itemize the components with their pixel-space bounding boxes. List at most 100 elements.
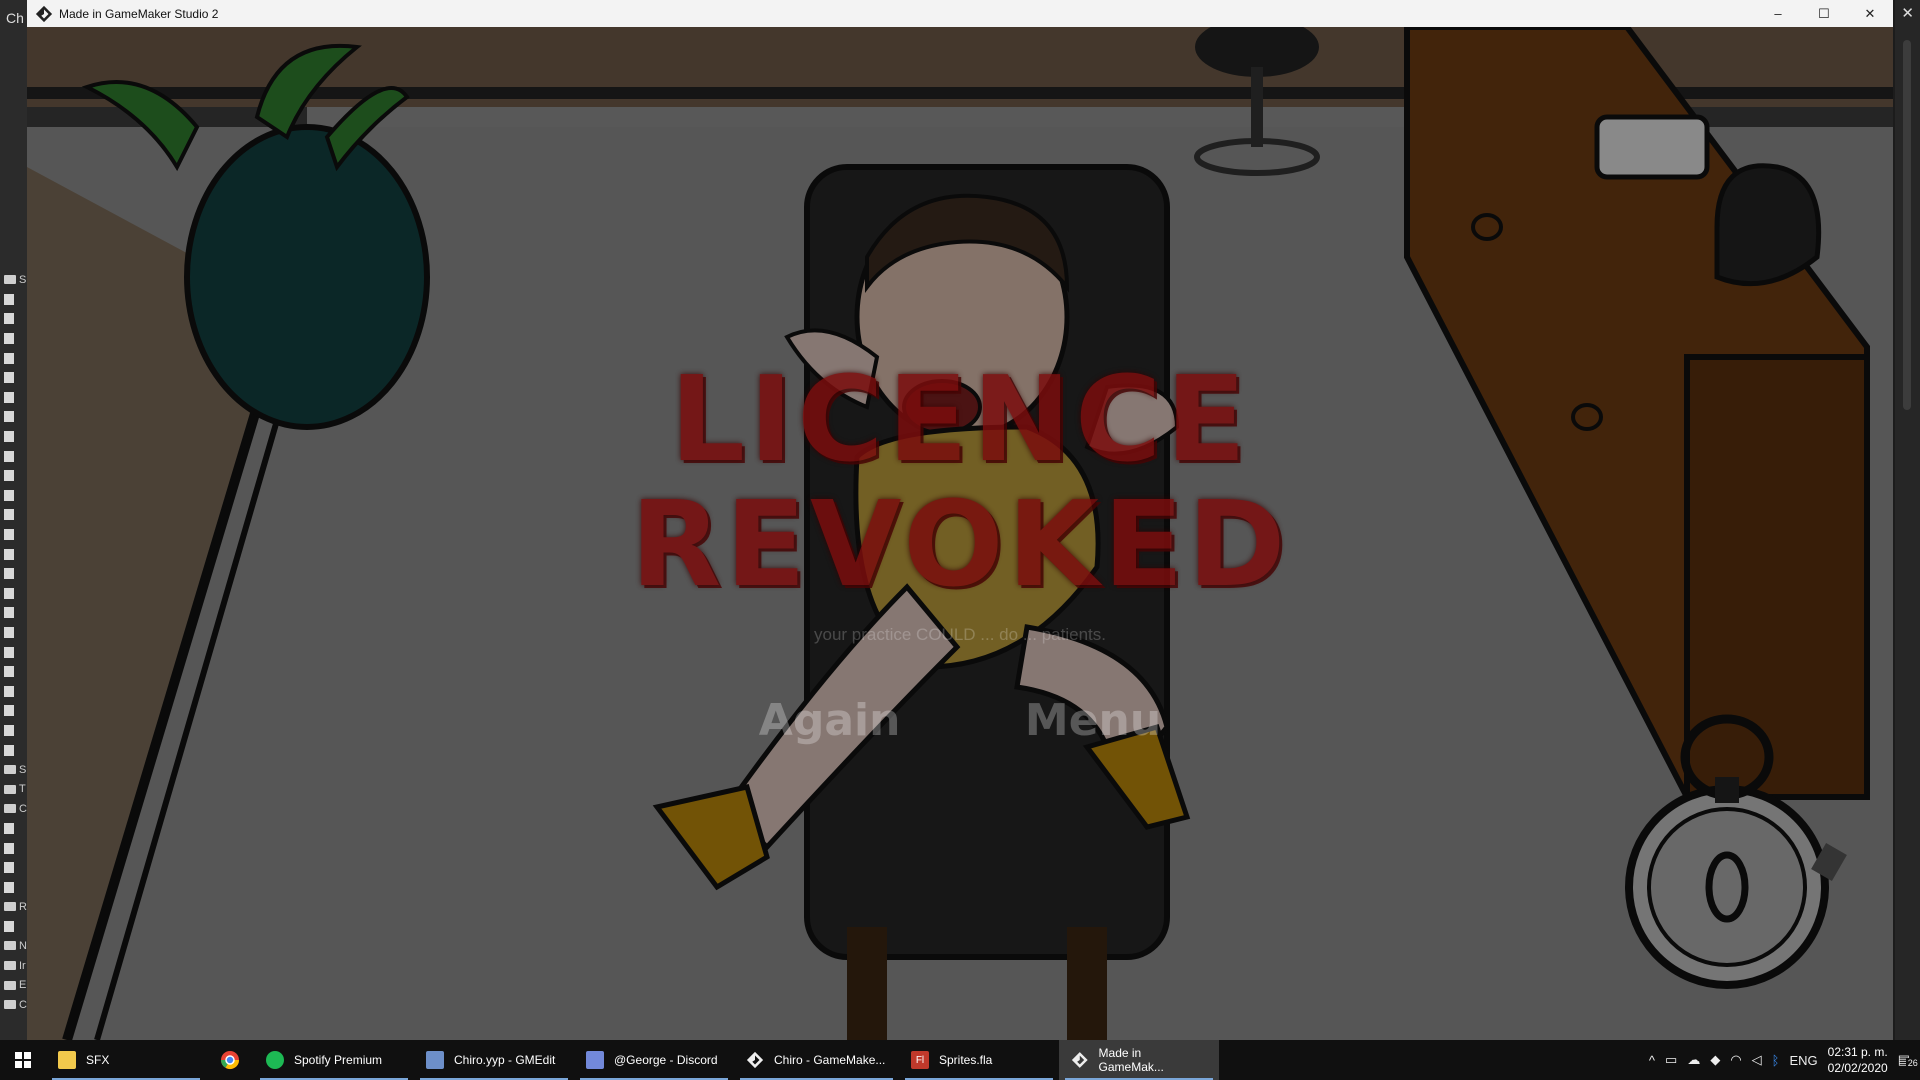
file-icon [4,548,14,560]
tree-folder[interactable]: T [0,779,28,799]
game-canvas[interactable]: LICENCE REVOKED your practice COULD ... … [27,27,1893,1040]
file-icon [4,607,14,619]
battery-icon[interactable]: ▭ [1665,1052,1677,1068]
volume-icon[interactable]: ◁ [1752,1052,1762,1068]
language-indicator[interactable]: ENG [1789,1053,1817,1068]
taskbar-item-sprites-fla[interactable]: Fl Sprites.fla [899,1040,1059,1080]
close-button[interactable]: ✕ [1847,0,1893,27]
close-icon[interactable]: ✕ [1901,4,1914,22]
again-button[interactable]: Again [759,695,901,746]
tree-folder[interactable]: E [0,975,28,995]
minimize-button[interactable]: – [1755,0,1801,27]
notification-center-icon[interactable]: ▤ 26 [1898,1052,1920,1068]
scrollbar[interactable] [1903,40,1911,410]
taskbar-item-chrome[interactable] [206,1040,254,1080]
file-icon [4,391,14,403]
tree-item[interactable] [0,446,28,466]
maximize-button[interactable]: ☐ [1801,0,1847,27]
tree-item[interactable] [0,584,28,604]
file-icon [4,724,14,736]
tree-item[interactable] [0,838,28,858]
tree-folder[interactable]: R [0,897,28,917]
background-editor-panel: Ch S S T C R N Ir E C [0,0,29,1040]
tree-item[interactable] [0,348,28,368]
tree-item[interactable] [0,466,28,486]
file-icon [4,587,14,599]
file-icon [4,372,14,384]
file-icon [4,862,14,874]
tree-item[interactable] [0,309,28,329]
resource-tree[interactable]: S S T C R N Ir E C [0,270,28,1015]
tree-item[interactable] [0,740,28,760]
tree-item[interactable] [0,662,28,682]
tree-item[interactable] [0,388,28,408]
game-window[interactable]: Made in GameMaker Studio 2 – ☐ ✕ LICENCE… [27,0,1893,1040]
folder-icon [4,765,16,775]
window-title: Made in GameMaker Studio 2 [59,6,219,21]
start-button[interactable] [0,1040,46,1080]
gamemaker-icon [35,5,53,22]
file-icon [4,509,14,521]
wifi-icon[interactable]: ◠ [1730,1052,1741,1068]
file-icon [4,881,14,893]
system-tray: ^ ▭ ☁ ◆ ◠ ◁ ᛒ ENG 02:31 p. m. 02/02/2020… [1649,1040,1920,1080]
file-icon [4,705,14,717]
discord-icon [586,1051,604,1069]
file-icon [4,333,14,345]
tree-item[interactable] [0,858,28,878]
tree-item[interactable] [0,368,28,388]
tree-folder[interactable]: C [0,799,28,819]
tree-folder[interactable]: S [0,760,28,780]
tree-item[interactable] [0,681,28,701]
tree-item[interactable] [0,642,28,662]
tree-item[interactable] [0,564,28,584]
tree-item[interactable] [0,701,28,721]
tree-item[interactable] [0,505,28,525]
file-icon [4,470,14,482]
tree-item[interactable] [0,603,28,623]
file-icon [4,744,14,756]
taskbar-item-spotify[interactable]: Spotify Premium [254,1040,414,1080]
tree-item[interactable] [0,290,28,310]
tree-folder[interactable]: S [0,270,28,290]
flash-icon: Fl [911,1051,929,1069]
window-titlebar[interactable]: Made in GameMaker Studio 2 – ☐ ✕ [27,0,1893,27]
file-icon [4,568,14,580]
notification-count: 26 [1905,1058,1920,1068]
folder-icon [4,804,16,814]
taskbar-item-gmedit[interactable]: Chiro.yyp - GMEdit [414,1040,574,1080]
gamemaker-icon [746,1051,764,1069]
cloud-icon[interactable]: ☁ [1687,1052,1700,1068]
folder-icon [4,941,16,951]
taskbar-item-sfx[interactable]: SFX [46,1040,206,1080]
tree-folder[interactable]: C [0,995,28,1015]
tree-item[interactable] [0,329,28,349]
taskbar-item-discord[interactable]: @George - Discord [574,1040,734,1080]
file-icon [4,666,14,678]
file-icon [4,431,14,443]
tree-item[interactable] [0,721,28,741]
bluetooth-icon[interactable]: ᛒ [1772,1053,1780,1068]
menu-button[interactable]: Menu [1025,695,1161,746]
file-icon [4,313,14,325]
taskbar-item-gamemaker[interactable]: Chiro - GameMake... [734,1040,899,1080]
game-over-overlay [27,27,1893,1040]
clock[interactable]: 02:31 p. m. 02/02/2020 [1828,1044,1888,1076]
file-icon [4,626,14,638]
tree-item[interactable] [0,544,28,564]
dropbox-icon[interactable]: ◆ [1710,1052,1720,1068]
tree-item[interactable] [0,917,28,937]
tree-item[interactable] [0,877,28,897]
taskbar-item-made-in-gamemaker[interactable]: Made in GameMak... [1059,1040,1219,1080]
tree-item[interactable] [0,427,28,447]
tree-folder[interactable]: Ir [0,956,28,976]
tree-item[interactable] [0,819,28,839]
tree-folder[interactable]: N [0,936,28,956]
tree-item[interactable] [0,525,28,545]
tree-item[interactable] [0,623,28,643]
tree-item[interactable] [0,407,28,427]
tree-item[interactable] [0,486,28,506]
folder-icon [4,784,16,794]
background-right-panel: ✕ [1895,0,1920,1040]
chevron-up-icon[interactable]: ^ [1649,1053,1655,1068]
